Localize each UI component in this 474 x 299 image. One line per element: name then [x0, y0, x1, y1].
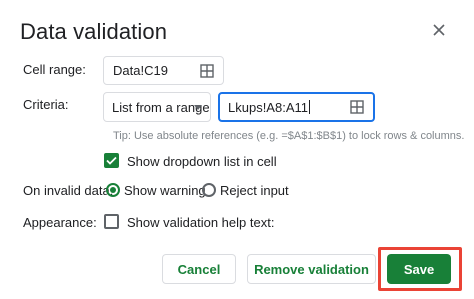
radio-show-warning[interactable] — [106, 183, 120, 197]
grid-select-icon[interactable] — [200, 64, 214, 81]
reject-input-label: Reject input — [220, 183, 289, 198]
cell-range-label: Cell range: — [23, 62, 86, 77]
chevron-down-icon — [194, 105, 202, 110]
criteria-range-input[interactable]: Lkups!A8:A11 — [218, 92, 375, 122]
show-dropdown-checkbox[interactable] — [104, 153, 119, 168]
cancel-button[interactable]: Cancel — [162, 254, 236, 284]
criteria-type-select[interactable]: List from a range — [103, 92, 211, 122]
grid-select-icon[interactable] — [350, 100, 364, 117]
invalid-data-label: On invalid data: — [23, 183, 114, 198]
remove-validation-button[interactable]: Remove validation — [247, 254, 376, 284]
cell-range-input[interactable]: Data!C19 — [103, 56, 224, 85]
checkmark-icon — [106, 156, 117, 165]
show-warning-label: Show warning — [124, 183, 206, 198]
appearance-label: Appearance: — [23, 215, 97, 230]
dialog-title: Data validation — [20, 19, 168, 44]
criteria-label: Criteria: — [23, 97, 69, 112]
data-validation-dialog: Data validation Cell range: Data!C19 Cri… — [0, 0, 474, 299]
help-text-label: Show validation help text: — [127, 215, 275, 230]
cell-range-value: Data!C19 — [113, 63, 168, 78]
save-button[interactable]: Save — [387, 254, 451, 284]
show-dropdown-label: Show dropdown list in cell — [127, 154, 277, 169]
criteria-tip: Tip: Use absolute references (e.g. =$A$1… — [113, 130, 465, 142]
criteria-range-value: Lkups!A8:A11 — [228, 99, 308, 115]
text-cursor — [308, 100, 310, 114]
radio-reject-input[interactable] — [202, 183, 216, 197]
help-text-checkbox[interactable] — [104, 214, 119, 229]
close-icon[interactable] — [427, 18, 451, 42]
